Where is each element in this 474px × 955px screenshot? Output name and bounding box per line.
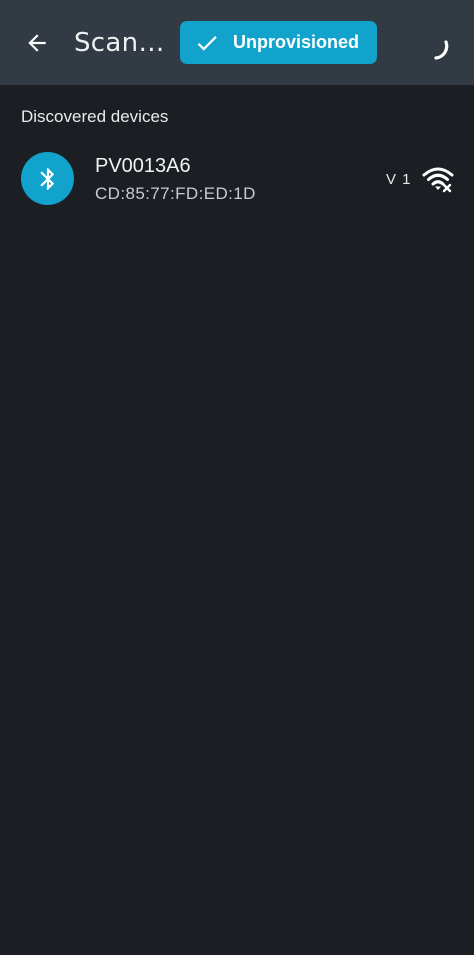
section-header: Discovered devices — [21, 107, 169, 126]
check-icon — [194, 30, 220, 56]
page-title: Scan… — [74, 28, 165, 58]
bluetooth-icon — [39, 167, 54, 190]
loading-spinner-icon — [434, 40, 449, 60]
app-bar: Scan… Unprovisioned — [0, 0, 474, 85]
device-address: CD:85:77:FD:ED:1D — [95, 184, 256, 203]
device-avatar — [21, 152, 74, 205]
back-button[interactable] — [20, 26, 54, 60]
arrow-left-icon — [28, 34, 46, 52]
wifi-off-icon — [422, 167, 454, 193]
filter-chip-label: Unprovisioned — [233, 32, 360, 52]
unprovisioned-filter-chip[interactable]: Unprovisioned — [180, 21, 377, 64]
device-name: PV0013A6 — [95, 155, 191, 177]
list-item[interactable]: PV0013A6 CD:85:77:FD:ED:1D V 1 — [0, 146, 474, 212]
device-version: V 1 — [386, 171, 412, 188]
